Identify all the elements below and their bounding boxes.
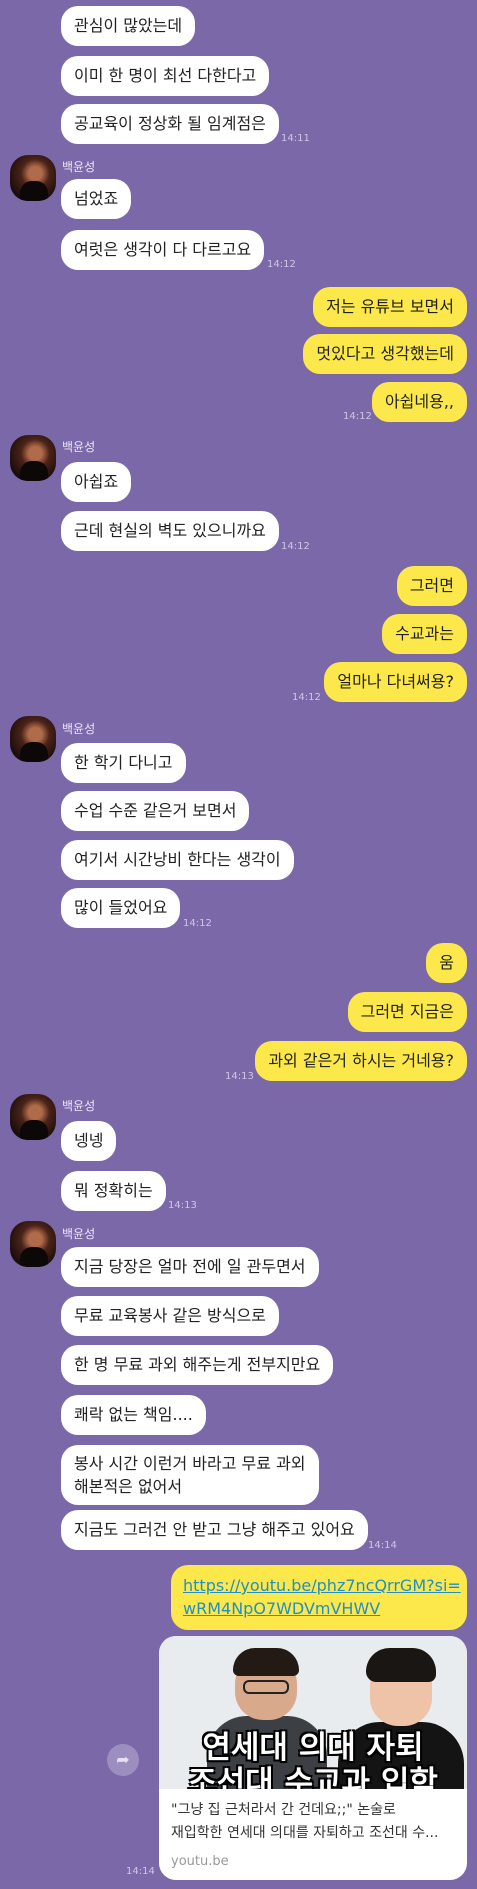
link-url-line[interactable]: https://youtu.be/phz7ncQrrGM?si= (183, 1574, 461, 1597)
my-message-bubble[interactable]: 그러면 (396, 566, 467, 606)
message-time: 14:13 (225, 1071, 254, 1082)
profile-avatar[interactable] (10, 155, 56, 201)
my-message-bubble[interactable]: 멋있다고 생각했는데 (303, 334, 467, 374)
message-bubble[interactable]: 무료 교육봉사 같은 방식으로 (61, 1296, 279, 1336)
message-bubble[interactable]: 이미 한 명이 최선 다한다고 (61, 56, 270, 96)
message-bubble[interactable]: 아쉽죠 (61, 462, 132, 502)
message-bubble[interactable]: 봉사 시간 이런거 바라고 무료 과외 해본적은 없어서 (61, 1445, 319, 1505)
message-bubble[interactable]: 많이 들었어요 (61, 888, 181, 928)
my-message-bubble[interactable]: 얼마나 다녀써용? (324, 662, 467, 702)
message-time: 14:12 (292, 692, 321, 703)
link-preview-card[interactable]: 연세대 의대 자퇴 조선대 수교과 입학 "그냥 집 근처라서 간 건데요;;"… (159, 1636, 467, 1880)
message-bubble[interactable]: 한 명 무료 과외 해주는게 전부지만요 (61, 1345, 334, 1385)
share-icon[interactable]: ➦ (107, 1744, 139, 1776)
profile-avatar[interactable] (10, 716, 56, 762)
message-time: 14:12 (183, 918, 212, 929)
message-time: 14:12 (343, 411, 372, 422)
my-message-bubble[interactable]: 저는 유튜브 보면서 (313, 287, 467, 327)
sender-name: 백윤성 (62, 160, 96, 174)
sender-name: 백윤성 (62, 440, 96, 454)
message-bubble[interactable]: 넹넹 (61, 1121, 117, 1161)
profile-avatar[interactable] (10, 435, 56, 481)
message-time: 14:11 (281, 133, 310, 144)
message-bubble[interactable]: 근데 현실의 벽도 있으니까요 (61, 511, 279, 551)
profile-avatar[interactable] (10, 1094, 56, 1140)
video-thumbnail[interactable]: 연세대 의대 자퇴 조선대 수교과 입학 (159, 1636, 467, 1789)
message-time: 14:13 (168, 1200, 197, 1211)
my-message-bubble[interactable]: 과외 같은거 하시는 거네용? (255, 1041, 467, 1081)
sender-name: 백윤성 (62, 1227, 96, 1241)
profile-avatar[interactable] (10, 1221, 56, 1267)
message-bubble[interactable]: 넘었죠 (61, 179, 132, 219)
message-bubble[interactable]: 수업 수준 같은거 보면서 (61, 791, 250, 831)
message-bubble[interactable]: 한 학기 다니고 (61, 743, 186, 783)
sender-name: 백윤성 (62, 1099, 96, 1113)
message-bubble[interactable]: 뭐 정확히는 (61, 1171, 166, 1211)
message-time: 14:14 (368, 1540, 397, 1551)
my-message-bubble[interactable]: 그러면 지금은 (347, 992, 467, 1032)
message-line: 봉사 시간 이런거 바라고 무료 과외 (74, 1454, 306, 1473)
sender-name: 백윤성 (62, 722, 96, 736)
message-bubble[interactable]: 지금 당장은 얼마 전에 일 관두면서 (61, 1247, 319, 1287)
thumbnail-caption: 조선대 수교과 입학 (188, 1765, 438, 1789)
message-bubble[interactable]: 여럿은 생각이 다 다르고요 (61, 230, 265, 270)
my-message-bubble[interactable]: 수교과는 (382, 614, 467, 654)
my-message-bubble[interactable]: 아쉽네용,, (371, 382, 467, 422)
message-bubble[interactable]: 쾌락 없는 책임.... (61, 1395, 206, 1435)
message-bubble[interactable]: 여기서 시간낭비 한다는 생각이 (61, 840, 294, 880)
title-line: 재입학한 연세대 의대를 자퇴하고 조선대 수... (171, 1825, 439, 1841)
message-bubble[interactable]: 관심이 많았는데 (61, 6, 196, 46)
message-bubble[interactable]: 공교육이 정상화 될 임계점은 (61, 104, 279, 144)
link-url-line[interactable]: wRM4NpO7WDVmVHWV (183, 1597, 455, 1620)
message-bubble[interactable]: 지금도 그러건 안 받고 그냥 해주고 있어요 (61, 1510, 368, 1550)
message-line: 해본적은 없어서 (74, 1477, 183, 1496)
message-time: 14:12 (281, 541, 310, 552)
title-line: "그냥 집 근처라서 간 건데요;;" 논술로 (171, 1802, 396, 1818)
my-message-bubble[interactable]: 움 (426, 943, 467, 983)
link-preview-title: "그냥 집 근처라서 간 건데요;;" 논술로 재입학한 연세대 의대를 자퇴하… (171, 1799, 459, 1845)
link-message-bubble[interactable]: https://youtu.be/phz7ncQrrGM?si= wRM4NpO… (171, 1565, 467, 1630)
link-preview-domain: youtu.be (171, 1854, 229, 1869)
message-time: 14:12 (267, 259, 296, 270)
message-time: 14:14 (126, 1866, 155, 1877)
